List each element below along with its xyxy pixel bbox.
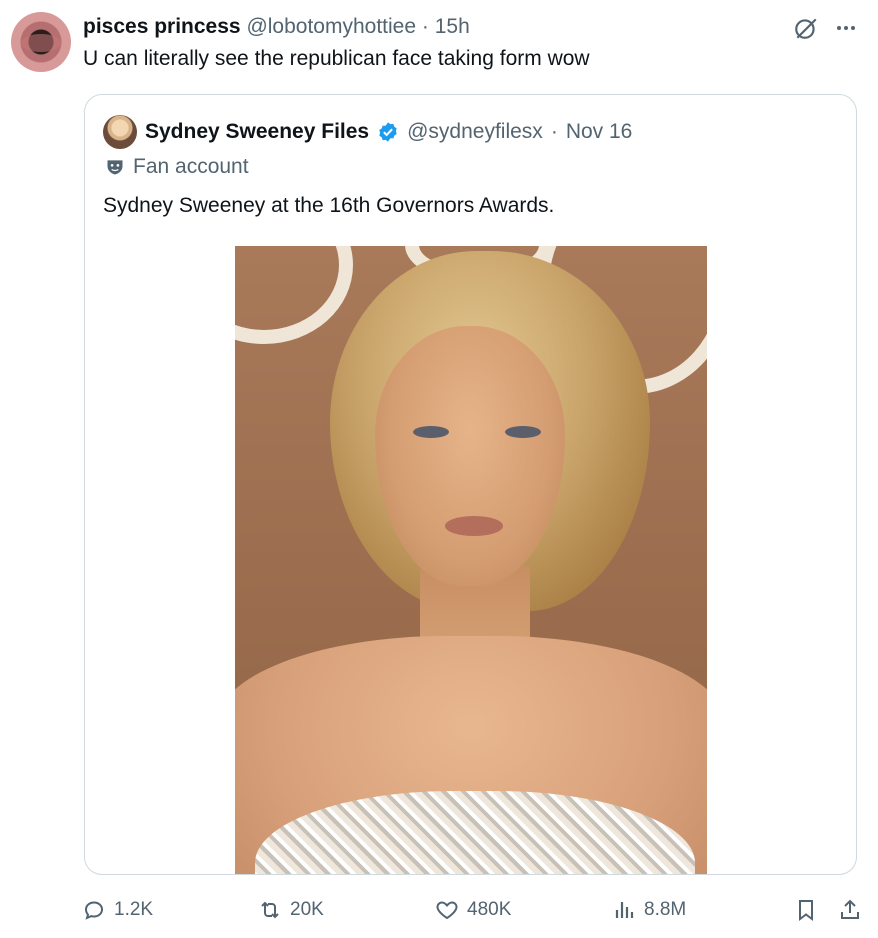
views-count: 8.8M	[644, 899, 687, 920]
repost-icon	[261, 901, 279, 919]
views-button[interactable]: 8.8M	[612, 898, 686, 922]
tweet-action-bar: 1.2K 20K 480K 8.8M	[82, 894, 862, 926]
right-actions	[794, 898, 862, 922]
reply-button[interactable]: 1.2K	[82, 898, 153, 922]
quoted-tweet-date[interactable]: Nov 16	[566, 119, 633, 145]
tweet-photo[interactable]	[235, 246, 707, 874]
author-name[interactable]: pisces princess	[83, 15, 241, 38]
more-icon[interactable]	[832, 14, 860, 42]
mask-icon	[107, 160, 123, 175]
repost-button[interactable]: 20K	[258, 898, 324, 922]
separator: ·	[550, 120, 558, 143]
grok-icon[interactable]	[792, 14, 820, 42]
quoted-tweet-text: Sydney Sweeney at the 16th Governors Awa…	[103, 194, 555, 217]
quoted-author-name[interactable]: Sydney Sweeney Files	[145, 119, 369, 145]
quoted-author-handle[interactable]: @sydneyfilesx	[407, 119, 543, 145]
repost-count: 20K	[290, 899, 324, 920]
quoted-tweet-header: Sydney Sweeney Files @sydneyfilesx · Nov…	[103, 115, 838, 149]
author-handle[interactable]: @lobotomyhottiee	[246, 15, 416, 38]
tweet-header: pisces princess @lobotomyhottiee · 15h	[83, 14, 788, 40]
fan-account-text: Fan account	[133, 155, 249, 178]
tweet-text: U can literally see the republican face …	[83, 47, 590, 70]
like-button[interactable]: 480K	[435, 898, 511, 922]
tweet-time[interactable]: 15h	[435, 15, 470, 38]
verified-badge-icon	[379, 122, 397, 142]
fan-account-label: Fan account	[105, 155, 249, 179]
tweet-top-actions	[792, 14, 860, 42]
quoted-tweet[interactable]: Sydney Sweeney Files @sydneyfilesx · Nov…	[84, 94, 857, 875]
author-avatar[interactable]	[11, 12, 71, 72]
heart-icon	[436, 901, 458, 920]
reply-icon	[84, 901, 104, 920]
reply-count: 1.2K	[114, 899, 154, 920]
like-count: 480K	[467, 899, 512, 920]
separator: ·	[421, 15, 429, 38]
quoted-author-avatar[interactable]	[103, 115, 137, 149]
bookmark-icon[interactable]	[794, 898, 818, 922]
share-icon[interactable]	[838, 898, 862, 922]
views-icon	[615, 902, 634, 918]
